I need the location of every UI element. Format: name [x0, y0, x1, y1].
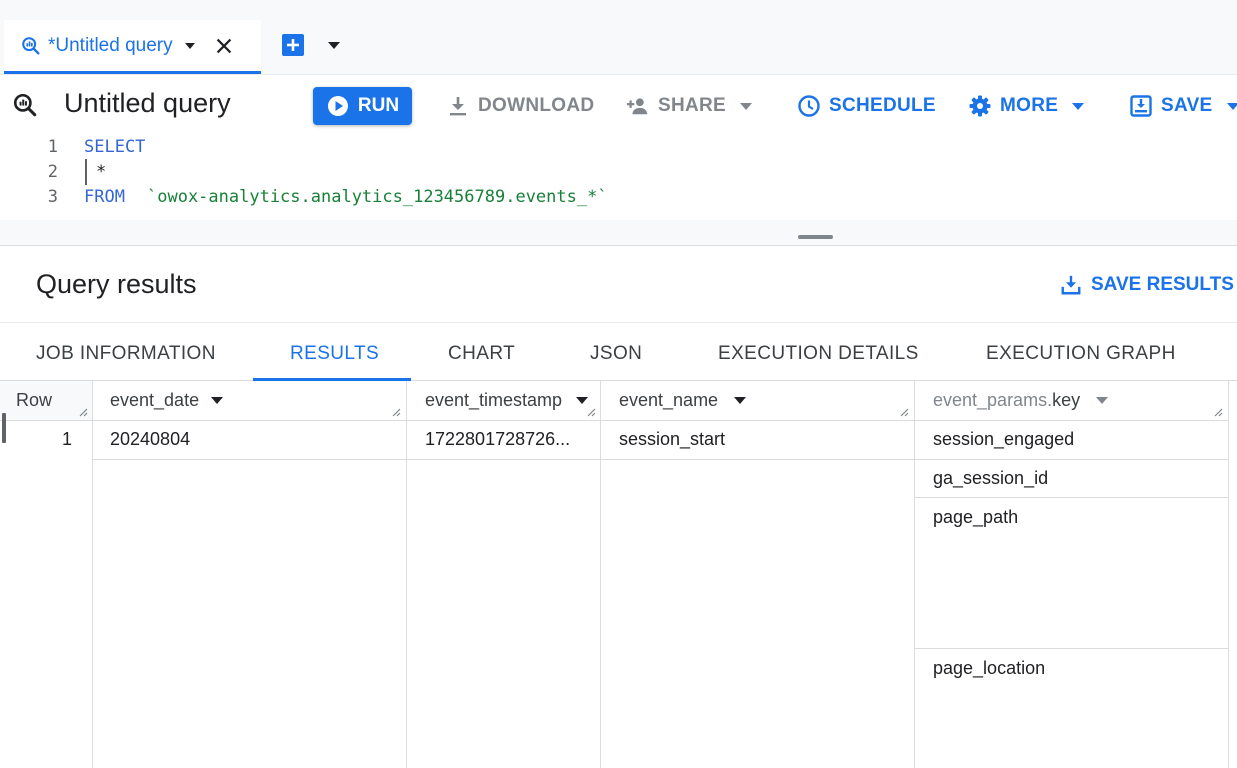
results-grid: Row 1 event_date 20240804 event_timestam… — [0, 381, 1237, 768]
new-tab-chevron-down-icon[interactable] — [328, 42, 340, 49]
clock-icon — [798, 95, 820, 117]
save-icon — [1130, 95, 1152, 117]
close-icon[interactable] — [213, 35, 235, 57]
column-header-event-params-key[interactable]: event_params. key — [915, 381, 1228, 421]
tab-execution-graph[interactable]: EXECUTION GRAPH — [986, 343, 1176, 365]
cell-event-date: 20240804 — [110, 429, 191, 449]
download-icon — [1061, 275, 1081, 295]
column-header-event-date[interactable]: event_date — [93, 381, 406, 421]
sort-chevron-down-icon[interactable] — [211, 397, 224, 404]
row-selection-indicator — [2, 413, 6, 443]
sort-chevron-down-icon[interactable] — [1096, 397, 1109, 404]
query-icon — [13, 93, 37, 117]
results-title: Query results — [36, 269, 197, 299]
header-label: event_date — [110, 390, 200, 410]
bigquery-editor: *Untitled query Untitled query RUN DOWNL… — [0, 0, 1237, 768]
code-text: * — [96, 162, 107, 182]
code-keyword: SELECT — [84, 137, 146, 157]
query-toolbar: Untitled query RUN DOWNLOAD SHARE SCHEDU… — [0, 74, 1237, 134]
line-number: 3 — [47, 187, 58, 207]
sql-editor[interactable]: 1 SELECT 2 * 3 FROM `owox-analytics.anal… — [0, 134, 1237, 220]
run-button[interactable]: RUN — [313, 87, 412, 125]
tab-untitled-query[interactable]: *Untitled query — [4, 20, 261, 74]
column-event-name: event_name session_start — [601, 381, 915, 768]
line-number: 1 — [47, 137, 58, 157]
tab-label: *Untitled query — [48, 34, 173, 56]
row-number: 1 — [62, 429, 73, 449]
resize-handle-icon[interactable] — [1213, 407, 1223, 417]
share-label: SHARE — [658, 95, 727, 116]
save-button[interactable]: SAVE — [1129, 94, 1237, 118]
download-label: DOWNLOAD — [478, 95, 595, 116]
more-button[interactable]: MORE — [968, 94, 1085, 118]
column-row: Row 1 — [0, 381, 93, 768]
column-header-row: Row — [0, 381, 92, 421]
cell-param-key: ga_session_id — [933, 468, 1049, 488]
code-keyword: FROM — [84, 187, 125, 207]
resize-handle-icon[interactable] — [78, 407, 88, 417]
share-chevron-down-icon — [740, 102, 753, 110]
person-add-icon — [626, 98, 648, 115]
drag-handle-icon[interactable] — [798, 235, 833, 239]
sort-chevron-down-icon[interactable] — [576, 397, 589, 404]
line-number: 2 — [47, 162, 58, 182]
save-chevron-down-icon — [1226, 102, 1237, 110]
row-divider — [407, 459, 600, 460]
column-header-event-timestamp[interactable]: event_timestamp — [407, 381, 600, 421]
code-string: `owox-analytics.analytics_123456789.even… — [147, 187, 608, 207]
row-divider — [915, 459, 1228, 460]
row-divider — [601, 459, 914, 460]
tab-results[interactable]: RESULTS — [290, 343, 379, 365]
column-event-timestamp: event_timestamp 1722801728726... — [407, 381, 601, 768]
download-button[interactable]: DOWNLOAD — [446, 94, 594, 118]
column-event-date: event_date 20240804 — [93, 381, 407, 768]
row-divider — [915, 648, 1228, 649]
run-label: RUN — [357, 95, 400, 116]
pane-splitter[interactable] — [0, 220, 1237, 246]
resize-handle-icon[interactable] — [586, 407, 596, 417]
cell-param-key: page_path — [933, 507, 1019, 527]
header-label: event_timestamp — [425, 390, 563, 410]
text-cursor — [85, 159, 87, 185]
row-divider — [915, 497, 1228, 498]
schedule-label: SCHEDULE — [829, 95, 936, 116]
header-label-prefix: event_params. — [933, 390, 1053, 410]
play-icon — [327, 96, 348, 116]
cell-event-name: session_start — [619, 429, 726, 449]
row-divider — [93, 459, 406, 460]
cell-param-key: session_engaged — [933, 429, 1075, 449]
new-query-icon[interactable] — [281, 33, 305, 57]
query-icon — [22, 36, 40, 55]
header-label: event_name — [619, 390, 719, 410]
header-label: key — [1052, 390, 1081, 410]
results-tabs: JOB INFORMATION RESULTS CHART JSON EXECU… — [0, 322, 1237, 381]
more-chevron-down-icon — [1072, 102, 1085, 110]
gear-icon — [969, 95, 991, 117]
cell-param-key: page_location — [933, 658, 1046, 678]
download-icon — [450, 97, 466, 116]
tab-chart[interactable]: CHART — [448, 343, 515, 365]
resize-handle-icon[interactable] — [391, 407, 401, 417]
save-results-button[interactable]: SAVE RESULTS — [1060, 274, 1234, 296]
column-header-event-name[interactable]: event_name — [601, 381, 914, 421]
tab-json[interactable]: JSON — [590, 343, 642, 365]
cell-event-timestamp: 1722801728726... — [425, 429, 571, 449]
share-button[interactable]: SHARE — [626, 94, 753, 118]
save-label: SAVE — [1161, 95, 1213, 116]
more-label: MORE — [1000, 95, 1059, 116]
schedule-button[interactable]: SCHEDULE — [797, 94, 936, 118]
tab-job-information[interactable]: JOB INFORMATION — [36, 343, 216, 365]
resize-handle-icon[interactable] — [899, 407, 909, 417]
tab-menu-chevron-icon[interactable] — [184, 42, 195, 49]
tab-strip: *Untitled query — [0, 0, 1237, 74]
column-event-params-key: event_params. key session_engaged ga_sess… — [915, 381, 1229, 768]
sort-chevron-down-icon[interactable] — [734, 397, 747, 404]
tab-execution-details[interactable]: EXECUTION DETAILS — [718, 343, 919, 365]
header-label: Row — [16, 390, 53, 410]
save-results-label: SAVE RESULTS — [1091, 274, 1234, 295]
query-title: Untitled query — [64, 88, 231, 118]
